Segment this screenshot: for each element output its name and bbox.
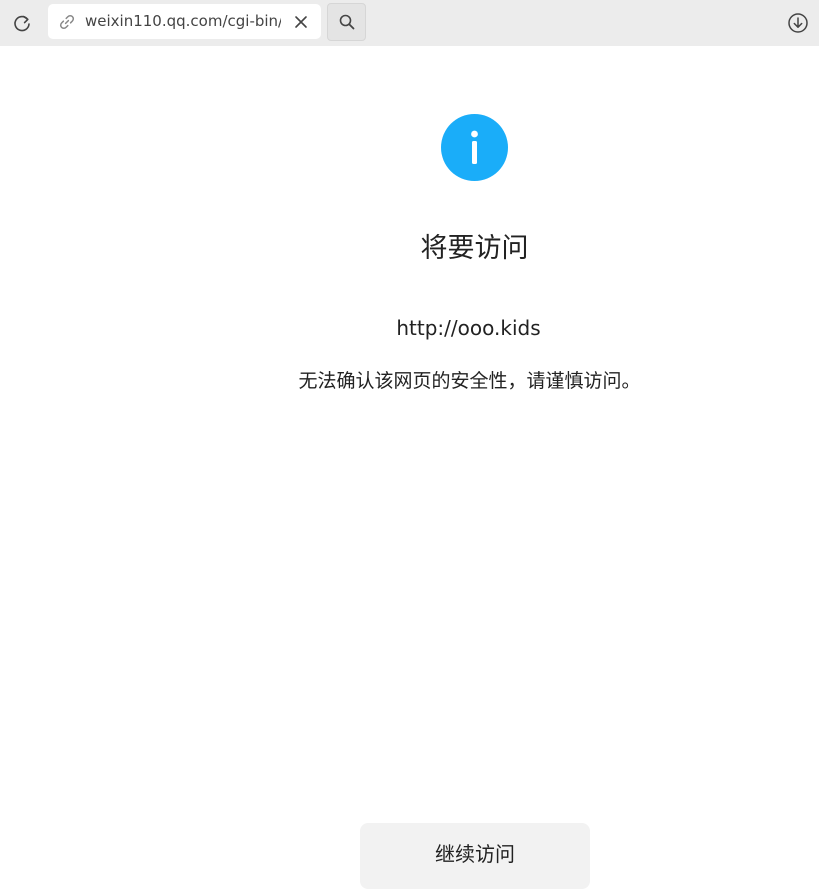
- warning-message: 无法确认该网页的安全性，请谨慎访问。: [298, 370, 641, 392]
- address-bar[interactable]: [48, 4, 321, 39]
- download-icon: [788, 13, 808, 33]
- target-url: http://ooo.kids: [396, 316, 541, 340]
- info-icon: [441, 114, 508, 181]
- browser-toolbar: [0, 0, 819, 46]
- continue-button[interactable]: 继续访问: [360, 823, 590, 889]
- search-button[interactable]: [327, 3, 366, 41]
- download-button[interactable]: [786, 11, 810, 35]
- page-title: 将要访问: [420, 233, 529, 264]
- link-icon: [59, 14, 75, 30]
- search-icon: [339, 14, 354, 30]
- close-icon[interactable]: [292, 13, 310, 31]
- url-input[interactable]: [85, 4, 281, 39]
- reload-button[interactable]: [10, 11, 34, 35]
- reload-icon: [14, 15, 30, 32]
